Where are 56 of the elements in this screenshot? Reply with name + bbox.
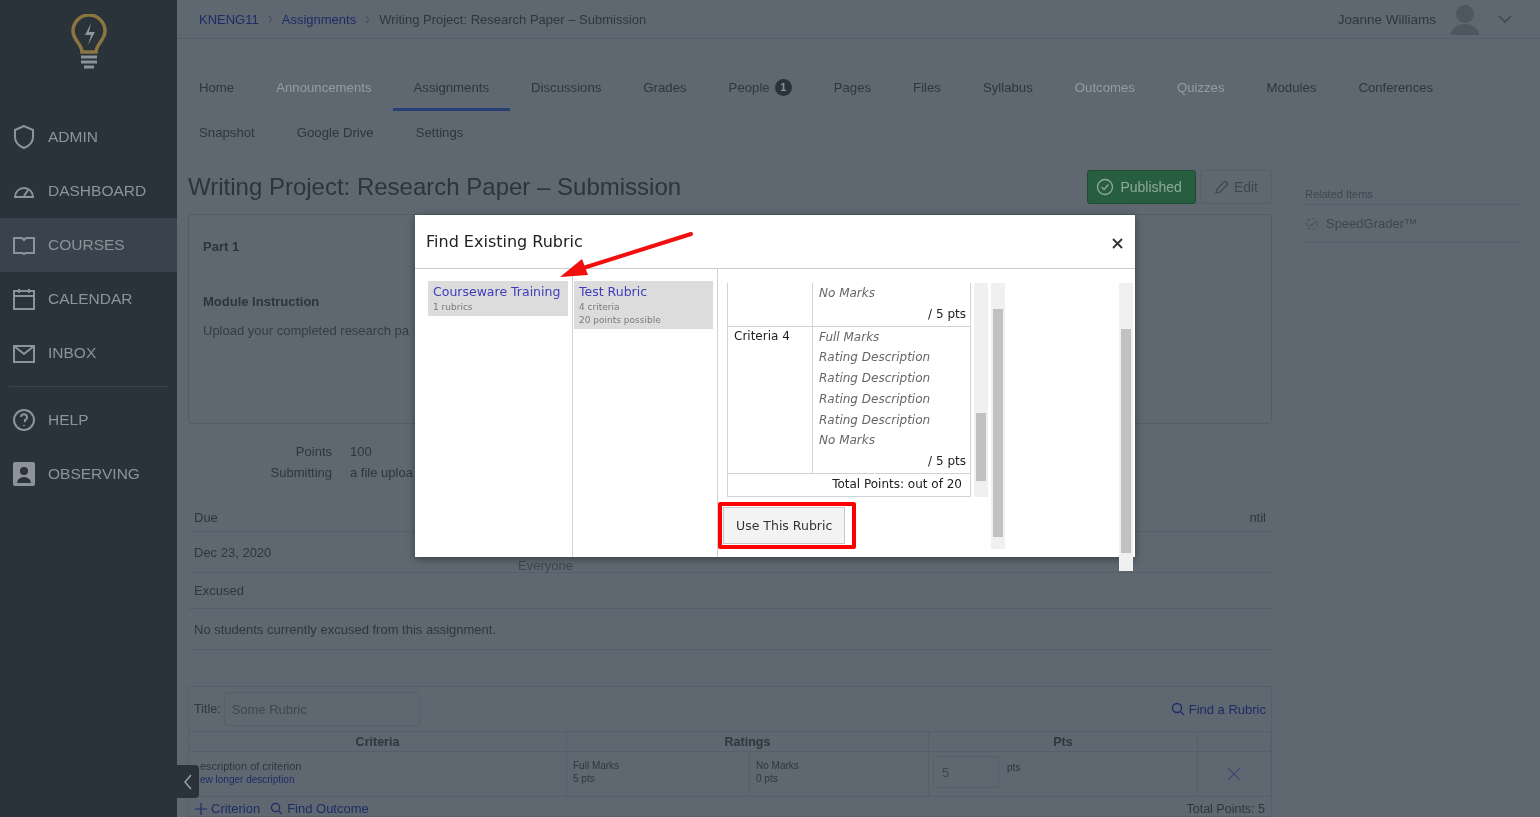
description-link[interactable]: ew longer description (200, 774, 560, 785)
lightbulb-logo (70, 14, 107, 72)
rating-text: Full Marks (819, 328, 881, 346)
rubric-link[interactable]: Test Rubric (579, 284, 708, 299)
scrollbar[interactable] (1119, 283, 1133, 571)
person-icon (12, 461, 36, 487)
sidebar-item[interactable]: COURSES (0, 218, 177, 272)
count-badge: 1 (774, 78, 792, 96)
add-criterion-link[interactable]: Criterion (195, 801, 261, 816)
sidebar-item[interactable]: INBOX (0, 326, 177, 380)
criteria-count: 4 criteria (579, 302, 621, 312)
book-icon (12, 235, 36, 255)
sidebar-item[interactable]: OBSERVING (0, 447, 177, 501)
rating-text: Rating Description (819, 349, 932, 367)
rating-text: Rating Description (819, 390, 932, 408)
search-icon (270, 802, 284, 815)
scrollbar[interactable] (974, 283, 988, 497)
rating-text: Rating Description (819, 411, 932, 429)
find-outcome-link[interactable]: Find Outcome (270, 801, 369, 816)
rating-text: No Marks (819, 432, 876, 450)
context-link[interactable]: Courseware Training (433, 284, 563, 299)
points-possible: 20 points possible (579, 315, 662, 325)
plus-icon (195, 802, 207, 815)
rubric-count: 1 rubrics (433, 302, 474, 312)
rating-text: No Marks (819, 285, 876, 302)
calendar-icon (12, 287, 36, 311)
search-icon (1170, 702, 1185, 716)
sidebar-item[interactable]: DASHBOARD (0, 164, 177, 218)
dialog-title: Find Existing Rubric (426, 232, 584, 251)
total-points: Total Points: out of 20 (831, 475, 963, 493)
find-rubric-link[interactable]: Find a Rubric (1170, 701, 1266, 717)
check-circle-icon (1096, 178, 1115, 196)
chevron-icon (267, 14, 273, 24)
shield-icon (12, 124, 36, 150)
criterion-name: Criteria 4 (734, 328, 790, 343)
breadcrumb-link[interactable]: Assignments (281, 11, 357, 27)
collapse-button[interactable] (177, 765, 199, 798)
rubric-item[interactable]: Test Rubric 4 criteria 20 points possible (574, 281, 713, 329)
help-icon (12, 408, 36, 432)
chevron-left-icon (183, 773, 193, 790)
sidebar-item[interactable]: ADMIN (0, 110, 177, 164)
chevron-icon (365, 14, 371, 24)
breadcrumb-link[interactable]: KNENG11 (199, 11, 259, 27)
pencil-icon (1213, 179, 1230, 195)
sidebar-item[interactable]: HELP (0, 393, 177, 447)
context-item[interactable]: Courseware Training 1 rubrics (428, 281, 568, 316)
points-text: / 5 pts (928, 452, 966, 470)
close-icon[interactable] (1226, 766, 1242, 782)
inbox-icon (12, 342, 36, 364)
published-button[interactable]: Published (1087, 170, 1196, 204)
rating-text: Rating Description (819, 370, 932, 388)
use-rubric-button[interactable]: Use This Rubric (723, 507, 846, 544)
points-text: / 5 pts (928, 305, 966, 323)
scrollbar[interactable] (991, 283, 1005, 549)
sidebar-item[interactable]: CALENDAR (0, 272, 177, 326)
chevron-down-icon[interactable] (1498, 15, 1512, 23)
